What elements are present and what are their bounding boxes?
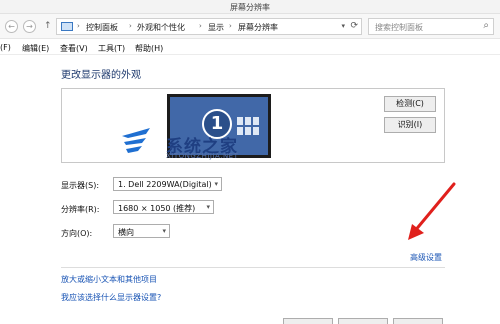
search-input[interactable]: 搜索控制面板 ⌕ (368, 18, 494, 35)
window-title: 屏幕分辨率 (230, 3, 270, 12)
apply-button[interactable] (393, 318, 443, 324)
address-bar[interactable]: › 控制面板 › 外观和个性化 › 显示 › 屏幕分辨率 ▾ ⟳ (56, 18, 362, 35)
resolution-select-value: 1680 × 1050 (推荐) (118, 204, 196, 213)
title-bar: 屏幕分辨率 (0, 0, 500, 14)
divider (61, 267, 445, 268)
breadcrumb-display[interactable]: 显示 (208, 22, 224, 33)
enlarge-text-link[interactable]: 放大或缩小文本和其他项目 (61, 274, 157, 285)
address-dropdown-icon[interactable]: ▾ (341, 22, 345, 30)
orientation-select[interactable]: 横向 ▾ (113, 224, 170, 238)
search-icon[interactable]: ⌕ (483, 20, 489, 31)
refresh-icon[interactable]: ⟳ (350, 21, 358, 31)
detect-button[interactable]: 检测(C) (384, 96, 436, 112)
control-panel-icon (61, 22, 73, 31)
ok-button[interactable] (283, 318, 333, 324)
menu-file[interactable]: (F) (0, 43, 11, 52)
address-row: ← → ↑ › 控制面板 › 外观和个性化 › 显示 › 屏幕分辨率 ▾ ⟳ 搜… (0, 14, 500, 39)
chevron-down-icon: ▾ (206, 203, 210, 211)
menu-tools[interactable]: 工具(T) (98, 43, 125, 54)
watermark-logo-icon (122, 128, 150, 153)
display-select[interactable]: 1. Dell 2209WA(Digital) ▾ (113, 177, 222, 191)
breadcrumb-separator-icon: › (199, 22, 202, 30)
back-button[interactable]: ← (5, 20, 18, 33)
breadcrumb-resolution[interactable]: 屏幕分辨率 (238, 22, 278, 33)
page-title: 更改显示器的外观 (61, 70, 141, 81)
orientation-label: 方向(O): (61, 229, 93, 238)
breadcrumb-appearance[interactable]: 外观和个性化 (137, 22, 185, 33)
chevron-down-icon: ▾ (214, 180, 218, 188)
start-screen-icon (237, 117, 259, 135)
display-select-value: 1. Dell 2209WA(Digital) (118, 180, 212, 189)
breadcrumb-separator-icon: › (129, 22, 132, 30)
search-placeholder: 搜索控制面板 (375, 23, 423, 32)
menu-view[interactable]: 查看(V) (60, 43, 88, 54)
up-button[interactable]: ↑ (44, 21, 52, 31)
orientation-select-value: 横向 (118, 228, 134, 237)
breadcrumb-separator-icon: › (77, 22, 80, 30)
menu-bar: (F) 编辑(E) 查看(V) 工具(T) 帮助(H) (0, 40, 500, 55)
breadcrumb-separator-icon: › (229, 22, 232, 30)
which-settings-link[interactable]: 我应该选择什么显示器设置? (61, 292, 161, 303)
annotation-arrow-icon (408, 182, 456, 240)
resolution-select[interactable]: 1680 × 1050 (推荐) ▾ (113, 200, 214, 214)
forward-button[interactable]: → (23, 20, 36, 33)
chevron-down-icon: ▾ (162, 227, 166, 235)
resolution-label: 分辨率(R): (61, 205, 100, 214)
menu-edit[interactable]: 编辑(E) (22, 43, 49, 54)
cancel-button[interactable] (338, 318, 388, 324)
watermark-subtext: XITONGZHIJIA.NET (166, 152, 239, 160)
menu-help[interactable]: 帮助(H) (135, 43, 163, 54)
identify-button[interactable]: 识别(I) (384, 117, 436, 133)
display-label: 显示器(S): (61, 181, 100, 190)
breadcrumb-control-panel[interactable]: 控制面板 (86, 22, 118, 33)
advanced-settings-link[interactable]: 高级设置 (410, 252, 442, 263)
